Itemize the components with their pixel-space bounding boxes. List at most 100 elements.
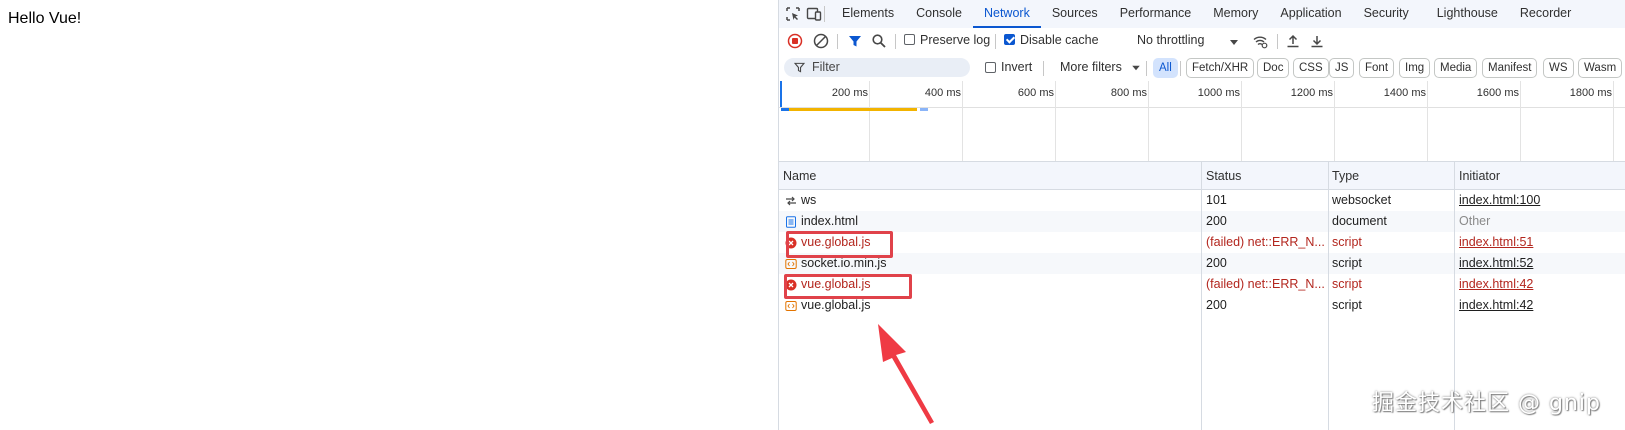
script-icon	[785, 301, 797, 311]
tab-recorder[interactable]: Recorder	[1509, 0, 1582, 28]
chip-manifest[interactable]: Manifest	[1482, 58, 1538, 78]
request-initiator-link[interactable]: index.html:42	[1459, 277, 1533, 291]
preserve-log-checkbox[interactable]	[904, 34, 915, 45]
tab-security[interactable]: Security	[1353, 0, 1420, 28]
tick-label: 1200 ms	[1290, 87, 1333, 99]
chip-wasm[interactable]: Wasm	[1578, 58, 1623, 78]
column-header-name[interactable]: Name	[783, 169, 816, 183]
tick-label: 1800 ms	[1569, 87, 1612, 99]
request-name: ws	[801, 193, 817, 207]
tick-label: 200 ms	[831, 87, 868, 99]
tick-label: 800 ms	[1110, 87, 1147, 99]
tick-label: 600 ms	[1017, 87, 1054, 99]
chip-ws[interactable]: WS	[1543, 58, 1574, 78]
chip-fetch-xhr[interactable]: Fetch/XHR	[1186, 58, 1255, 78]
request-name: index.html	[801, 214, 858, 228]
tick-label: 1400 ms	[1383, 87, 1426, 99]
highlight-box	[786, 231, 893, 258]
chip-all[interactable]: All	[1153, 58, 1178, 78]
table-header: Name Status Type Initiator	[779, 162, 1625, 190]
filter-input[interactable]: Filter	[784, 58, 970, 77]
timeline-bar	[789, 108, 917, 111]
tab-elements[interactable]: Elements	[831, 0, 905, 28]
tick-label: 1000 ms	[1197, 87, 1240, 99]
more-filters-arrow-icon[interactable]	[1130, 62, 1142, 74]
tab-application[interactable]: Application	[1269, 0, 1352, 28]
request-name: vue.global.js	[801, 298, 871, 312]
invert-checkbox[interactable]	[985, 62, 996, 73]
chip-css[interactable]: CSS	[1293, 58, 1329, 78]
filter-funnel-icon	[794, 62, 805, 73]
request-status: 101	[1206, 193, 1227, 207]
table-row[interactable]: index.html 200 document Other	[779, 211, 1625, 232]
chip-js[interactable]: JS	[1329, 58, 1355, 78]
watermark-text: 掘金技术社区 @ gnip	[1372, 391, 1601, 416]
network-filter-bar: Filter Invert More filters All Fetch/XHR…	[779, 55, 1625, 82]
devtools-tabs: Elements Console Network Sources Perform…	[831, 0, 1582, 28]
tab-network[interactable]: Network	[972, 0, 1041, 28]
table-row[interactable]: vue.global.js (failed) net::ERR_N... scr…	[779, 232, 1625, 253]
request-type: document	[1332, 214, 1387, 228]
chip-media[interactable]: Media	[1434, 58, 1478, 78]
tab-performance[interactable]: Performance	[1109, 0, 1203, 28]
more-filters-button[interactable]: More filters	[1060, 60, 1122, 74]
inspect-element-icon[interactable]	[785, 6, 801, 22]
timeline-ruler: 200 ms 400 ms 600 ms 800 ms 1000 ms 1200…	[779, 81, 1625, 108]
table-row[interactable]: socket.io.min.js 200 script index.html:5…	[779, 253, 1625, 274]
dropdown-arrow-icon[interactable]	[1226, 34, 1242, 50]
disable-cache-label: Disable cache	[1020, 33, 1099, 47]
request-type: script	[1332, 298, 1362, 312]
column-header-initiator[interactable]: Initiator	[1459, 169, 1500, 183]
tick-label: 1600 ms	[1476, 87, 1519, 99]
websocket-icon	[786, 196, 796, 206]
timeline-bar	[920, 108, 928, 111]
device-toolbar-icon[interactable]	[806, 6, 822, 22]
tab-lighthouse[interactable]: Lighthouse	[1426, 0, 1509, 28]
request-status: (failed) net::ERR_N...	[1206, 235, 1325, 249]
column-header-type[interactable]: Type	[1332, 169, 1359, 183]
request-type: websocket	[1332, 193, 1392, 207]
request-name: socket.io.min.js	[801, 256, 887, 270]
clear-icon[interactable]	[813, 33, 829, 49]
tab-console[interactable]: Console	[905, 0, 973, 28]
page-body-text: Hello Vue!	[8, 10, 82, 27]
preserve-log-label: Preserve log	[920, 33, 991, 47]
chip-font[interactable]: Font	[1359, 58, 1395, 78]
throttling-select[interactable]: No throttling	[1137, 33, 1204, 47]
request-status: 200	[1206, 298, 1227, 312]
disable-cache-checkbox[interactable]	[1004, 34, 1015, 45]
export-har-icon[interactable]	[1309, 33, 1325, 49]
highlight-box	[784, 274, 912, 299]
table-row[interactable]: ws 101 websocket index.html:100	[779, 190, 1625, 211]
script-icon	[785, 259, 797, 269]
document-icon	[786, 216, 796, 228]
invert-label: Invert	[1001, 60, 1033, 74]
request-status: 200	[1206, 214, 1227, 228]
request-type: script	[1332, 235, 1362, 249]
request-type: script	[1332, 277, 1362, 291]
stop-recording-icon[interactable]	[787, 33, 803, 49]
network-toolbar: Preserve log Disable cache No throttling	[779, 28, 1625, 56]
request-type: script	[1332, 256, 1362, 270]
tab-memory[interactable]: Memory	[1202, 0, 1269, 28]
request-status: 200	[1206, 256, 1227, 270]
network-overview[interactable]: 200 ms 400 ms 600 ms 800 ms 1000 ms 1200…	[779, 81, 1625, 162]
filter-icon[interactable]	[847, 33, 863, 49]
network-conditions-icon[interactable]	[1252, 33, 1268, 49]
request-initiator-link[interactable]: index.html:52	[1459, 256, 1533, 270]
import-har-icon[interactable]	[1285, 33, 1301, 49]
search-icon[interactable]	[871, 33, 887, 49]
arrow-annotation-icon	[878, 324, 934, 424]
request-status: (failed) net::ERR_N...	[1206, 277, 1325, 291]
filter-placeholder: Filter	[812, 60, 840, 74]
request-initiator-link[interactable]: index.html:100	[1459, 193, 1540, 207]
request-initiator-link[interactable]: index.html:42	[1459, 298, 1533, 312]
column-header-status[interactable]: Status	[1206, 169, 1241, 183]
devtools-tabbar: Elements Console Network Sources Perform…	[779, 0, 1625, 29]
chip-img[interactable]: Img	[1399, 58, 1431, 78]
timeline-bar	[781, 108, 789, 111]
tab-sources[interactable]: Sources	[1041, 0, 1109, 28]
tick-label: 400 ms	[924, 87, 961, 99]
request-initiator-link[interactable]: index.html:51	[1459, 235, 1533, 249]
chip-doc[interactable]: Doc	[1257, 58, 1290, 78]
